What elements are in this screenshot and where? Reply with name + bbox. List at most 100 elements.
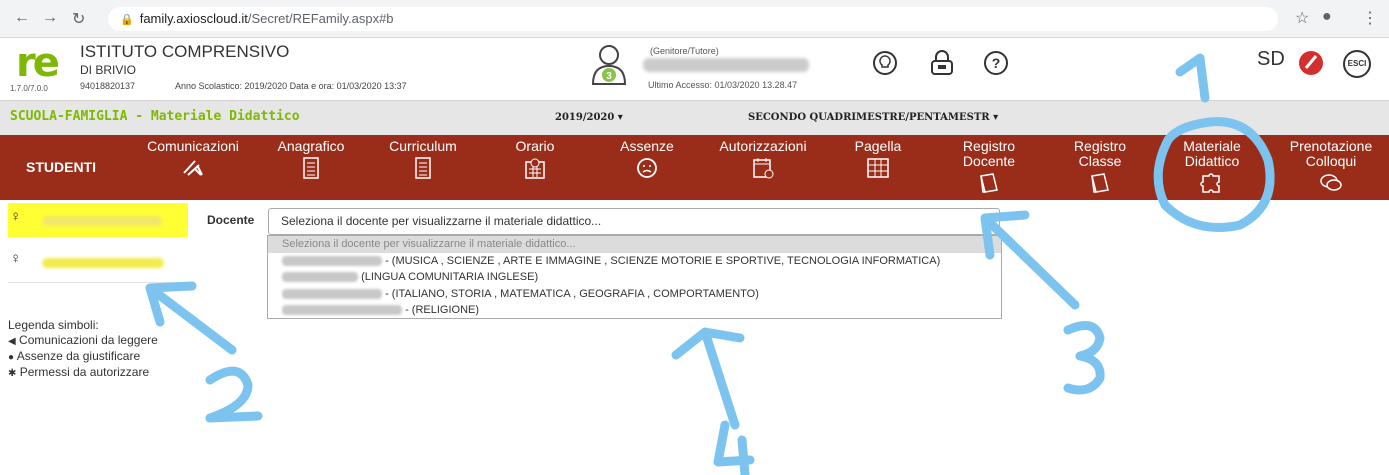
nav-label: Anagrafico [277,138,345,154]
calendar-check-icon [753,158,774,179]
legend-title: Legenda simboli: [8,318,99,332]
dropdown-option[interactable]: - (RELIGIONE) [268,302,1001,319]
nav-curriculum[interactable]: Curriculum [378,139,468,179]
chat-icon [1320,174,1342,191]
annotation-number-2 [205,366,263,423]
page-title: SCUOLA-FAMIGLIA - Materiale Didattico [10,109,300,124]
app-header: re 1.7.0/7.0.0 ISTITUTO COMPRENSIVO DI B… [0,38,1389,100]
nav-label: Registro Classe [1073,138,1127,169]
nav-prenotazione-colloqui[interactable]: Prenotazione Colloqui [1278,139,1384,194]
nav-label: Curriculum [389,138,457,154]
sad-face-icon [637,158,657,178]
docente-label: Docente [207,213,255,227]
main-navbar: STUDENTI Comunicazioni Anagrafico Curric… [0,135,1389,200]
nav-materiale-didattico[interactable]: Materiale Didattico [1170,139,1254,194]
school-year-info: Anno Scolastico: 2019/2020 Data e ora: 0… [175,81,407,91]
nav-label: Prenotazione Colloqui [1289,138,1373,169]
nav-assenze[interactable]: Assenze [602,139,692,179]
legend-item: ◀ Comunicazioni da leggere [8,333,158,347]
forward-icon[interactable]: → [42,9,58,27]
svg-text:?: ? [992,55,1001,71]
option-text: (LINGUA COMUNITARIA INGLESE) [361,271,539,283]
nav-label: Comunicazioni [147,138,239,154]
chevron-down-icon[interactable]: ▼ [988,214,997,224]
reload-icon[interactable]: ↻ [72,9,85,29]
nav-registro-classe[interactable]: Registro Classe [1058,139,1142,194]
version-label: 1.7.0/7.0.0 [10,84,48,93]
frown-icon: ● [8,352,15,363]
sd-logo: SD [1257,48,1285,70]
school-name: ISTITUTO COMPRENSIVO [80,42,290,61]
calendar-clock-icon [525,158,545,179]
divider [8,282,178,283]
nav-label: Orario [515,138,555,154]
nav-autorizzazioni[interactable]: Autorizzazioni [705,139,821,179]
document-icon [415,157,431,179]
annotation-arrow-4 [671,327,745,430]
book-icon [980,173,998,193]
legend-label: Comunicazioni da leggere [19,333,158,347]
id-card-icon [303,157,319,179]
address-bar[interactable]: 🔒 family.axioscloud.it/Secret/REFamily.as… [108,7,1278,31]
user-name-redacted [643,58,809,72]
title-row: SCUOLA-FAMIGLIA - Materiale Didattico 20… [0,100,1389,135]
book-icon [1091,173,1109,193]
student-item-1[interactable]: ♀ [10,208,21,225]
students-label: STUDENTI [26,159,96,175]
lock-icon[interactable] [929,50,955,76]
lightbulb-icon[interactable] [872,50,898,76]
student-item-2[interactable]: ♀ [10,250,21,267]
docente-dropdown: Seleziona il docente per visualizzarne i… [267,235,1002,319]
female-icon: ♀ [10,208,22,225]
nav-pagella[interactable]: Pagella [840,139,916,179]
nav-orario[interactable]: Orario [495,139,575,179]
nav-label: Assenze [620,138,674,154]
female-icon: ♀ [10,250,22,267]
nav-comunicazioni[interactable]: Comunicazioni [138,139,248,179]
megaphone-icon [183,160,203,176]
lock-icon: 🔒 [120,14,134,26]
report-card-icon [867,158,889,178]
nav-registro-docente[interactable]: Registro Docente [944,139,1034,194]
dropdown-option[interactable]: - (ITALIANO, STORIA , MATEMATICA , GEOGR… [268,286,1001,303]
browser-toolbar: ← → ↻ 🔒 family.axioscloud.it/Secret/REFam… [0,0,1389,38]
star-icon[interactable]: ☆ [1295,8,1309,28]
student-name-redacted [42,258,164,268]
re-logo: re [16,40,60,86]
user-avatar-icon: 3 [591,45,627,85]
legend-item: ● Assenze da giustificare [8,349,140,363]
teacher-name-redacted [282,305,402,316]
dropdown-option[interactable]: Seleziona il docente per visualizzarne i… [268,236,1001,253]
back-icon[interactable]: ← [14,9,30,27]
school-code: 94018820137 [80,81,136,91]
nav-anagrafico[interactable]: Anagrafico [266,139,356,179]
annotation-arrow-2 [145,281,237,355]
docente-select[interactable]: Seleziona il docente per visualizzarne i… [268,208,1000,235]
last-access: Ultimo Accesso: 01/03/2020 13.28.47 [648,80,798,90]
school-subtitle: DI BRIVIO [80,63,137,77]
help-icon[interactable]: ? [983,50,1009,76]
option-text: - (MUSICA , SCIENZE , ARTE E IMMAGINE , … [385,255,941,267]
teacher-name-redacted [282,272,358,283]
profile-icon[interactable]: ● [1322,8,1332,26]
nav-label: Pagella [854,138,902,154]
puzzle-icon [1200,173,1220,193]
paw-icon: ✱ [8,368,17,379]
exit-button[interactable]: ESCI [1343,50,1371,78]
option-text: - (ITALIANO, STORIA , MATEMATICA , GEOGR… [385,288,759,300]
legend-label: Assenze da giustificare [16,349,141,363]
menu-dots-icon[interactable]: ⋮ [1362,8,1378,28]
dropdown-option[interactable]: - (MUSICA , SCIENZE , ARTE E IMMAGINE , … [268,253,1001,270]
annotation-number-3 [1063,321,1105,395]
url-path: /Secret/REFamily.aspx#b [247,11,394,26]
red-brand-icon [1299,51,1323,75]
option-text: - (RELIGIONE) [405,304,480,316]
year-select[interactable]: 2019/2020 ▾ [555,112,623,123]
legend-label: Permessi da autorizzare [19,365,150,379]
legend-item: ✱ Permessi da autorizzare [8,365,149,379]
user-role: (Genitore/Tutore) [650,46,719,56]
period-select[interactable]: SECONDO QUADRIMESTRE/PENTAMESTR ▾ [748,112,998,123]
nav-label: Registro Docente [962,138,1016,169]
nav-label: Autorizzazioni [719,138,807,154]
dropdown-option[interactable]: (LINGUA COMUNITARIA INGLESE) [268,269,1001,286]
